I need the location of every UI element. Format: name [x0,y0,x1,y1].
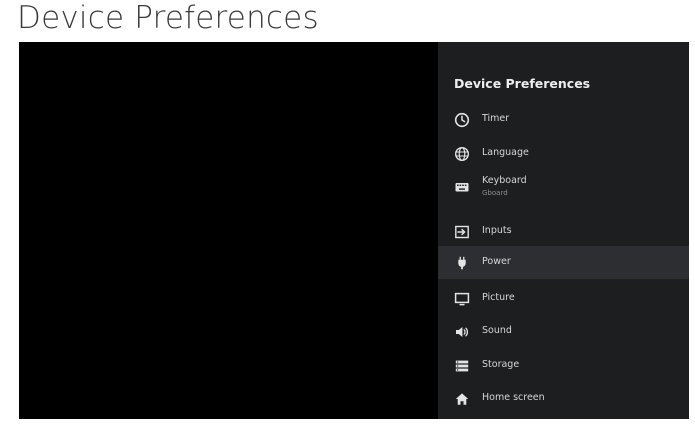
menu-item-picture[interactable]: Picture [438,283,689,316]
menu-label: Sound [482,325,512,336]
storage-icon [454,358,470,374]
speaker-icon [454,324,470,340]
menu-item-timer[interactable]: Timer [438,104,689,137]
menu-item-keyboard[interactable]: Keyboard Gboard [438,171,689,204]
menu-label: Home screen [482,392,545,403]
menu-label: Language [482,147,529,158]
menu-label: Inputs [482,225,512,236]
menu-item-storage[interactable]: Storage [438,350,689,383]
menu-label: Picture [482,292,515,303]
input-icon [454,224,470,240]
menu-item-language[interactable]: Language [438,138,689,171]
globe-icon [454,146,470,162]
page-heading: Device Preferences [17,0,319,36]
menu-label: Power [482,256,511,267]
menu-label: Keyboard [482,175,527,186]
panel-title: Device Preferences [454,76,591,91]
menu-item-sound[interactable]: Sound [438,316,689,349]
menu-item-inputs[interactable]: Inputs [438,216,689,249]
home-icon [454,391,470,407]
menu-item-power[interactable]: Power [438,246,689,279]
power-plug-icon [454,255,470,271]
menu-label: Timer [482,113,510,124]
keyboard-icon [454,179,470,195]
menu-label: Storage [482,359,520,370]
menu-sublabel: Gboard [482,189,508,197]
monitor-icon [454,291,470,307]
menu-item-home-screen[interactable]: Home screen [438,383,689,416]
settings-panel: Device Preferences Timer Language Keyboa… [438,42,689,419]
tv-screen: Device Preferences Timer Language Keyboa… [19,42,689,419]
clock-icon [454,112,470,128]
